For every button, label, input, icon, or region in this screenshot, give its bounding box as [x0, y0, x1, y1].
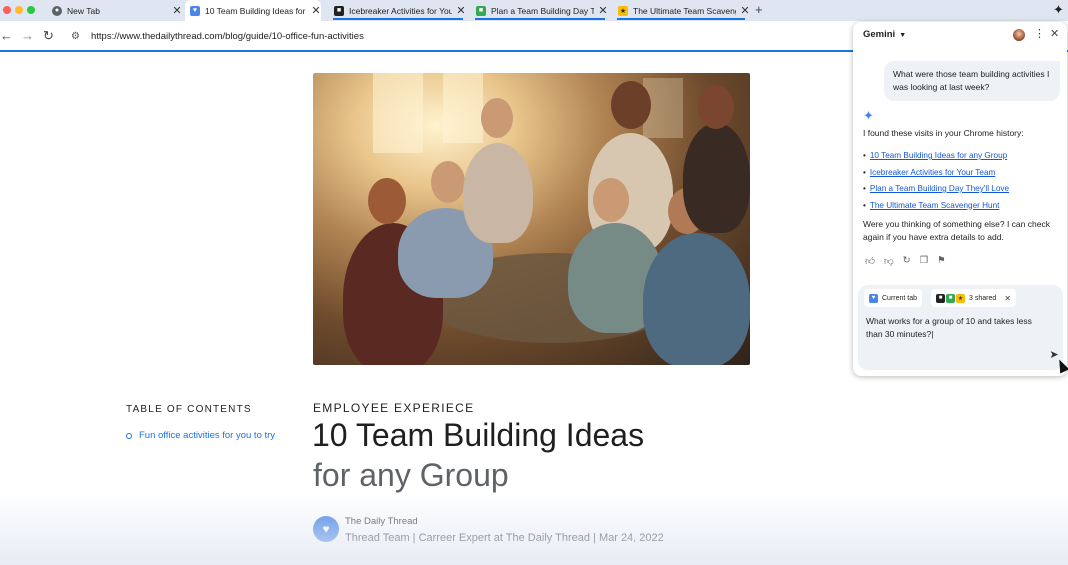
article-kicker: EMPLOYEE EXPERIECE — [313, 401, 475, 415]
maximize-window-button[interactable] — [27, 6, 35, 14]
gemini-sparkle-icon: ✦ — [863, 108, 874, 123]
dailythread-icon: ♥ — [190, 5, 200, 16]
site-settings-icon[interactable]: ⚙ — [71, 31, 85, 42]
close-icon[interactable]: ✕ — [1004, 294, 1011, 303]
response-intro: I found these visits in your Chrome hist… — [863, 128, 1024, 138]
scavenger-icon: ★ — [956, 293, 965, 303]
gemini-icon[interactable]: ✦ — [1053, 2, 1064, 18]
tab-group-underline — [617, 18, 745, 20]
icebreaker-icon: ■ — [334, 5, 344, 16]
tab-title: Plan a Team Building Day The — [491, 5, 594, 16]
list-item: • The Ultimate Team Scavenger Hunt — [863, 200, 1000, 210]
regenerate-icon[interactable]: ↻ — [903, 255, 911, 267]
article-subtitle: for any Group — [313, 457, 509, 493]
response-followup: Were you thinking of something else? I c… — [863, 219, 1050, 242]
plan-icon: ■ — [946, 293, 955, 303]
close-icon[interactable]: ✕ — [311, 4, 321, 17]
tab-title: 10 Team Building Ideas for a — [205, 5, 307, 16]
tab-strip: ● New Tab ✕ ♥ 10 Team Building Ideas for… — [0, 0, 1068, 21]
send-icon: ➤ — [1049, 348, 1059, 361]
close-icon[interactable]: ✕ — [1050, 27, 1059, 40]
tab-new-tab[interactable]: ● New Tab ✕ — [48, 0, 182, 21]
history-link[interactable]: 10 Team Building Ideas for any Group — [870, 151, 1007, 160]
bullet-icon — [126, 432, 132, 439]
flag-icon[interactable]: ⚑ — [937, 255, 946, 267]
icebreaker-icon: ■ — [936, 293, 945, 303]
chip-label: Current tab — [882, 294, 918, 302]
url-text: https://www.thedailythread.com/blog/guid… — [91, 30, 364, 42]
close-icon[interactable]: ✕ — [172, 4, 182, 17]
tab-title: Icebreaker Activities for Your — [349, 5, 452, 16]
scavenger-icon: ★ — [618, 5, 628, 16]
close-icon[interactable]: ✕ — [740, 4, 750, 17]
user-message: What were those team building activities… — [884, 61, 1060, 101]
chrome-icon: ● — [52, 5, 62, 16]
avatar[interactable] — [1013, 29, 1025, 41]
history-link[interactable]: Plan a Team Building Day They'll Love — [870, 184, 1009, 193]
author-avatar: ♥ — [313, 516, 339, 542]
new-tab-button[interactable]: + — [755, 2, 763, 17]
close-icon[interactable]: ✕ — [456, 4, 466, 17]
list-item: • Icebreaker Activities for Your Team — [863, 167, 996, 177]
response-actions: 👍︎ 👎︎ ↻ ❐ ⚑ — [865, 255, 946, 267]
shared-tabs-chip[interactable]: ■ ■ ★ 3 shared ✕ — [931, 289, 1016, 307]
tab-group-underline — [475, 18, 605, 20]
toc-item[interactable]: Fun office activities for you to try — [126, 430, 275, 441]
thumbs-up-icon[interactable]: 👍︎ — [865, 255, 875, 267]
close-icon[interactable]: ✕ — [598, 4, 608, 17]
list-item: • Plan a Team Building Day They'll Love — [863, 184, 1010, 193]
toc-item-label: Fun office activities for you to try — [139, 430, 276, 441]
tab-team-building-ideas[interactable]: ♥ 10 Team Building Ideas for a ✕ — [185, 0, 321, 21]
article-byline: Thread Team | Carreer Expert at The Dail… — [345, 532, 664, 544]
tab-title: The Ultimate Team Scavenge — [633, 5, 736, 16]
back-icon[interactable]: ← — [0, 28, 13, 43]
thumbs-down-icon[interactable]: 👎︎ — [884, 255, 894, 267]
prompt-input[interactable]: What works for a group of 10 and takes l… — [866, 315, 1046, 340]
history-link[interactable]: The Ultimate Team Scavenger Hunt — [870, 201, 1000, 210]
reload-icon[interactable]: ↻ — [43, 28, 54, 44]
chip-label: 3 shared — [969, 294, 997, 302]
minimize-window-button[interactable] — [15, 6, 23, 14]
plan-icon: ■ — [476, 5, 486, 16]
gemini-header[interactable]: Gemini ▼ — [863, 29, 906, 40]
bottom-gradient — [0, 493, 1068, 565]
current-tab-chip[interactable]: ♥ Current tab — [864, 289, 923, 307]
tab-title: New Tab — [67, 5, 100, 16]
chevron-down-icon: ▼ — [899, 32, 907, 39]
author-name[interactable]: The Daily Thread — [345, 516, 418, 527]
history-link[interactable]: Icebreaker Activities for Your Team — [870, 168, 995, 177]
article-title: 10 Team Building Ideas — [312, 417, 645, 453]
list-item: • 10 Team Building Ideas for any Group — [863, 151, 1008, 160]
address-bar[interactable]: ⚙ https://www.thedailythread.com/blog/gu… — [63, 25, 853, 47]
forward-icon[interactable]: → — [21, 28, 34, 43]
hero-image — [313, 73, 750, 365]
compose-box[interactable]: ♥ Current tab ■ ■ ★ 3 shared ✕ What work… — [858, 285, 1063, 370]
copy-icon[interactable]: ❐ — [920, 255, 929, 267]
history-link-list: • 10 Team Building Ideas for any Group • I… — [863, 148, 1009, 214]
toc-title: TABLE OF CONTENTS — [126, 404, 252, 415]
gemini-panel: Gemini ▼ ⋮ ✕ What were those team buildin… — [853, 22, 1067, 376]
dailythread-icon: ♥ — [869, 293, 878, 303]
more-icon[interactable]: ⋮ — [1034, 27, 1045, 40]
gemini-title: Gemini — [863, 29, 896, 40]
close-window-button[interactable] — [3, 6, 11, 14]
tab-group-underline — [333, 18, 463, 20]
